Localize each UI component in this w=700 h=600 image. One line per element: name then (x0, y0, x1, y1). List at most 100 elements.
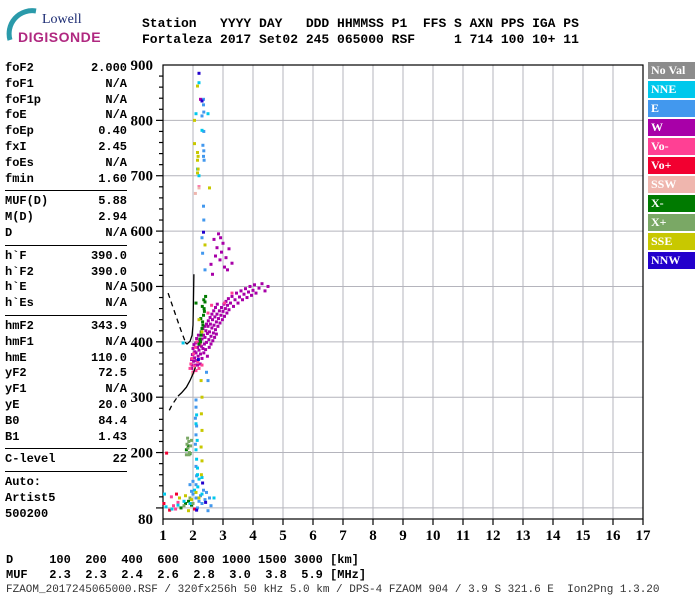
echo-point (200, 114, 204, 118)
echo-point (197, 366, 201, 370)
echo-point (213, 315, 217, 319)
echo-point (201, 346, 205, 350)
x-tick-label: 15 (576, 528, 591, 544)
echo-point (205, 490, 208, 494)
echo-point (208, 496, 211, 500)
echo-point (215, 246, 219, 250)
echo-point (190, 438, 193, 442)
echo-point (182, 504, 186, 508)
x-tick-label: 12 (486, 528, 501, 544)
echo-point (227, 247, 231, 251)
echo-point (236, 301, 240, 305)
echo-point (196, 485, 200, 489)
echo-point (200, 128, 204, 132)
echo-point (192, 352, 196, 356)
echo-point (214, 328, 217, 332)
echo-point (191, 501, 195, 505)
legend-item: SSE (648, 233, 695, 250)
echo-point (209, 342, 213, 346)
echo-point (193, 356, 196, 360)
echo-point (241, 298, 244, 302)
echo-point (181, 341, 185, 345)
echo-point (206, 379, 210, 383)
echo-point (176, 500, 180, 504)
echo-point (223, 314, 226, 318)
echo-point (224, 256, 228, 260)
echo-point (202, 309, 206, 313)
echo-point (204, 329, 208, 333)
echo-point (202, 313, 205, 317)
echo-point (169, 495, 173, 499)
y-tick-label: 800 (131, 113, 154, 129)
echo-point (242, 292, 246, 296)
echo-point (263, 289, 267, 293)
echo-point (195, 457, 199, 461)
echo-point (203, 335, 207, 339)
echo-point (176, 503, 180, 507)
echo-point (235, 291, 238, 295)
echo-point (193, 416, 197, 420)
x-tick-label: 7 (339, 528, 347, 544)
echo-point (200, 330, 204, 334)
echo-point (189, 444, 193, 448)
echo-point (211, 272, 214, 276)
echo-point (165, 451, 169, 455)
echo-point (226, 297, 230, 301)
echo-point (193, 191, 197, 195)
echo-point (200, 327, 204, 331)
echo-point (191, 479, 195, 483)
echo-point (194, 433, 198, 437)
x-tick-label: 17 (636, 528, 652, 544)
echo-point (187, 439, 191, 443)
echo-point (194, 405, 198, 409)
echo-point (182, 499, 186, 503)
echo-point (196, 363, 199, 367)
echo-point (206, 319, 210, 323)
echo-point (209, 262, 213, 266)
echo-point (212, 237, 216, 241)
y-tick-label: 500 (131, 279, 154, 295)
legend-item: SSW (648, 176, 695, 193)
echo-point (186, 446, 190, 450)
artist-extrapolated-lower (167, 397, 178, 413)
x-tick-label: 4 (249, 528, 257, 544)
echo-point (203, 268, 207, 272)
echo-point (202, 218, 206, 222)
echo-point (202, 351, 206, 355)
echo-point (212, 309, 216, 313)
echo-point (194, 496, 198, 500)
echo-point (205, 370, 208, 374)
x-tick-label: 13 (516, 528, 531, 544)
echo-point (197, 186, 201, 190)
echo-point (230, 261, 234, 265)
echo-point (203, 243, 207, 247)
echo-point (219, 313, 223, 317)
y-tick-label: 900 (131, 58, 154, 74)
muf-row: MUF 2.3 2.3 2.4 2.6 2.8 3.0 3.8 5.9 [MHz… (6, 568, 367, 582)
echo-point (215, 302, 219, 306)
legend-item: Vo- (648, 138, 695, 155)
echo-point (200, 501, 204, 505)
echo-point (196, 154, 200, 158)
echo-point (187, 453, 191, 457)
echo-point (202, 103, 205, 107)
echo-point (164, 505, 168, 509)
echo-point (197, 348, 201, 352)
echo-point (194, 398, 198, 402)
echo-point (257, 286, 261, 290)
direction-legend: No Val NNE E W Vo- Vo+ SSW X- X+ SSE NNW (648, 62, 695, 271)
echo-point (244, 287, 247, 291)
echo-point (206, 311, 210, 315)
echo-point (200, 395, 204, 399)
echo-point (162, 501, 166, 505)
echo-point (208, 330, 211, 334)
echo-point (207, 345, 211, 349)
echo-point (205, 322, 208, 326)
y-tick-label: 700 (131, 169, 154, 185)
echo-point (210, 326, 214, 330)
echo-point (199, 379, 203, 383)
echo-point (193, 442, 197, 446)
echo-point (230, 291, 234, 295)
echo-point (250, 293, 253, 297)
echo-point (202, 110, 206, 114)
